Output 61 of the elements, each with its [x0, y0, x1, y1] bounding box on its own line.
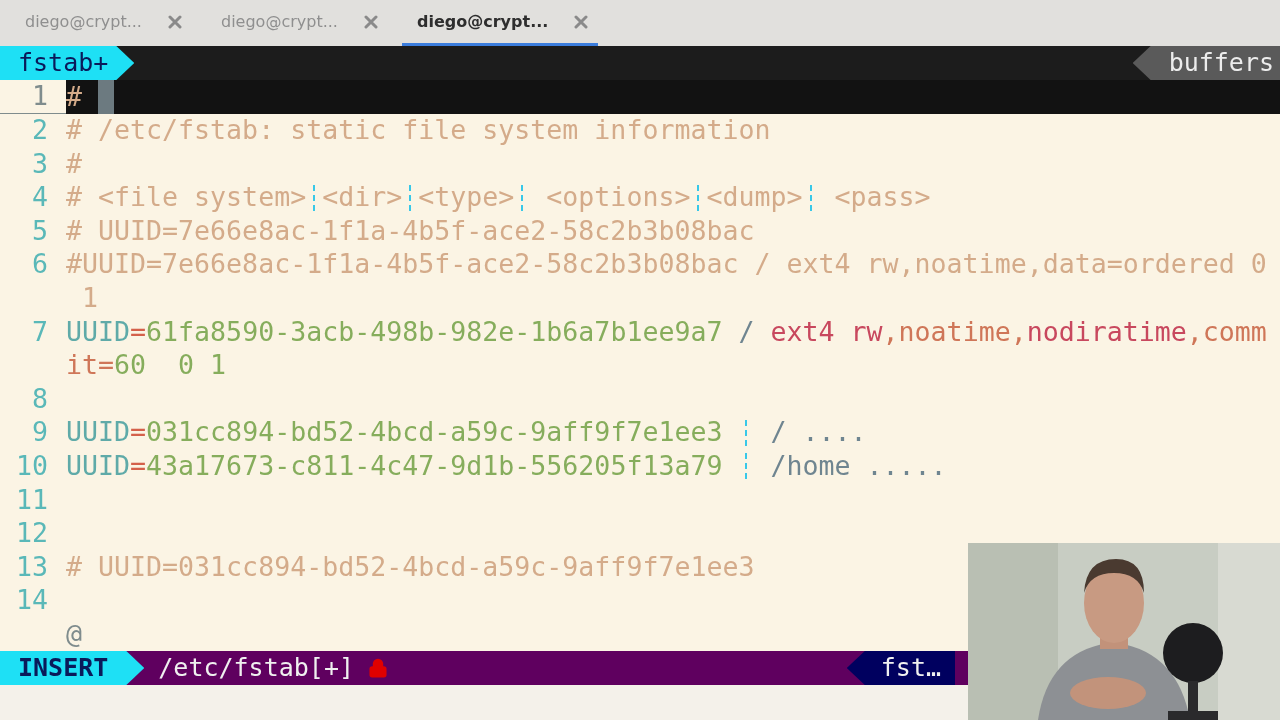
code-token: UUID — [66, 318, 131, 346]
code-token: = — [130, 419, 147, 447]
code-token: ,noatime, — [882, 318, 1027, 346]
file-path: /etc/fstab[+] — [158, 652, 354, 685]
code-token: 60 0 1 — [114, 352, 227, 379]
line-number: 6 — [32, 251, 48, 279]
line-number: 11 — [15, 486, 48, 514]
code-token: # — [66, 150, 82, 178]
code-token: 1 — [81, 285, 99, 312]
line-number: 10 — [15, 453, 48, 480]
code-token: #UUID=7e66e8ac-1f1a-4b5f-ace2-58c2b3b08bac / ext4 rw,noatime,data=ordered 0 — [66, 251, 1267, 279]
code-token: # UUID=7e66e8ac-1f1a-4b5f-ace2-58c2b3b08bac — [66, 217, 755, 245]
code-token: 43a17673-c811-4c47-9d1b-556205f13a79 — [146, 453, 724, 480]
close-icon[interactable] — [363, 14, 378, 29]
code-token: # UUID=031cc894-bd52-4bcd-a59c-9aff9f7e1ee3 — [66, 553, 755, 581]
code-token: /home ..... — [769, 453, 947, 480]
line-number: 7 — [32, 318, 48, 346]
code-token: 031cc894-bd52-4bcd-a59c-9aff9f7e1ee3 — [146, 419, 724, 447]
code-token: / — [738, 318, 756, 346]
indent-guide — [521, 184, 524, 211]
code-token: 61fa8590-3acb-498b-982e-1b6a7b1ee9a7 — [146, 318, 724, 346]
code-token: = — [130, 318, 147, 346]
code-token: UUID — [66, 419, 131, 447]
code-token: = — [130, 453, 147, 480]
code-token: ,comm — [1186, 318, 1267, 346]
code-token: / .... — [769, 419, 867, 447]
indent-guide — [745, 419, 748, 446]
code-token: # <file system> — [66, 184, 307, 211]
close-icon[interactable] — [574, 14, 589, 29]
code-token: <dir> — [322, 184, 403, 211]
code-token: <pass> — [833, 184, 931, 211]
code-token: <options> — [545, 184, 691, 211]
indent-guide — [313, 184, 316, 211]
line-number: 4 — [32, 184, 48, 211]
indent-guide — [409, 184, 412, 211]
line-number: 5 — [32, 217, 48, 245]
line-number: 8 — [32, 385, 48, 413]
indent-guide — [809, 184, 812, 211]
buffers-label: buffers — [1132, 46, 1280, 80]
line-number: 3 — [32, 150, 48, 178]
mode-indicator: INSERT — [0, 651, 145, 686]
code-token: ext4 rw — [770, 318, 883, 346]
statusline-file-segment: fst… — [846, 651, 955, 686]
code-token: # /etc/fstab: static file system information — [66, 117, 771, 144]
overflow-marker: @ — [66, 621, 82, 648]
line-number: 9 — [32, 419, 48, 447]
code-token: it= — [66, 352, 115, 379]
code-token: # — [66, 83, 82, 111]
code-token: <dump> — [706, 184, 803, 211]
indent-guide — [697, 184, 700, 211]
indent-guide — [745, 453, 748, 480]
buffer-tab[interactable]: fstab+ — [0, 46, 135, 80]
close-icon[interactable] — [167, 14, 182, 29]
line-number: 1 — [32, 83, 48, 110]
line-number: 2 — [32, 117, 48, 144]
code-token: UUID — [66, 453, 131, 480]
line-number: 13 — [15, 553, 48, 581]
code-token: <type> — [418, 184, 515, 211]
line-number: 12 — [15, 520, 48, 547]
code-token: nodiratime — [1026, 318, 1187, 346]
line-number: 14 — [15, 587, 48, 614]
